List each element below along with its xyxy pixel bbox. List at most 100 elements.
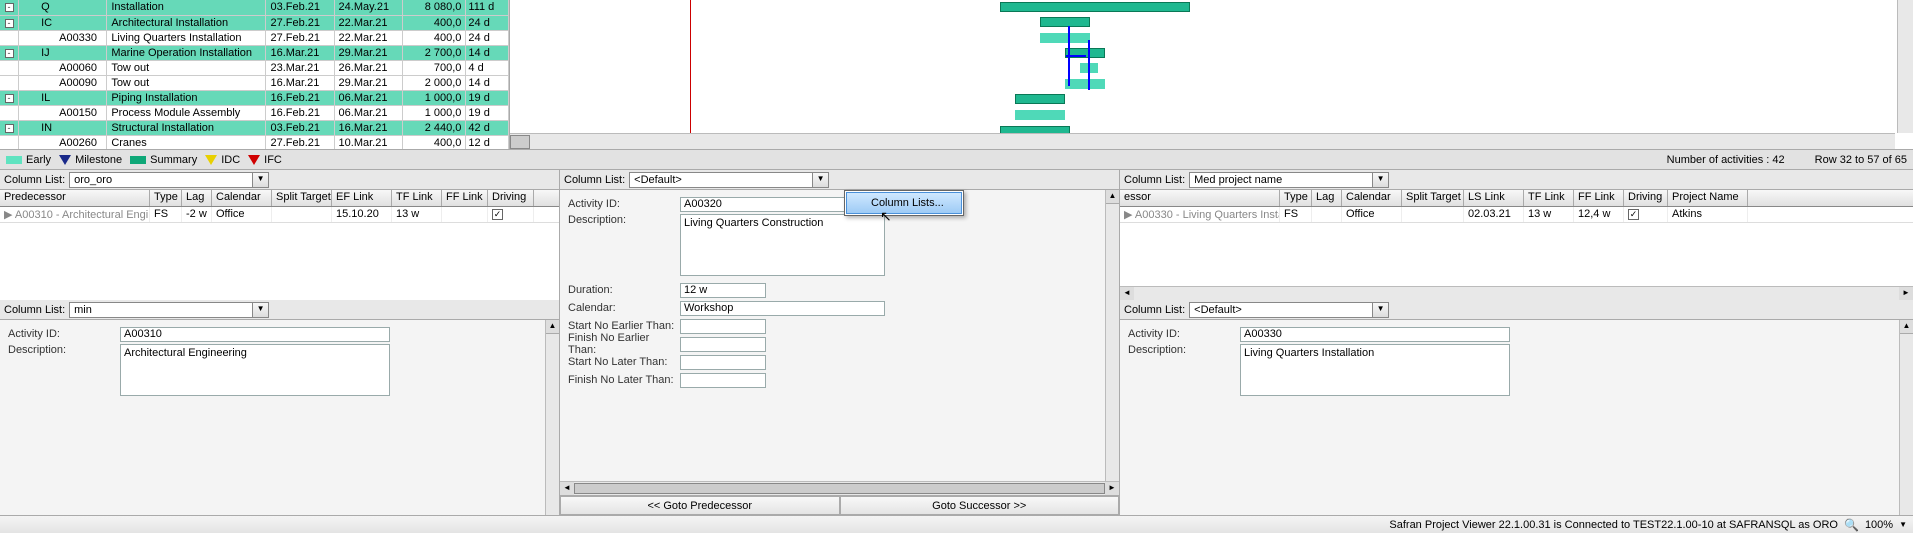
gantt-hscroll[interactable]	[510, 133, 1895, 149]
snet-label: Start No Earlier Than:	[568, 320, 680, 332]
description-field[interactable]	[680, 214, 885, 276]
driving-checkbox[interactable]	[492, 209, 503, 220]
activity-row[interactable]: - Q Installation 03.Feb.21 24.May.21 8 0…	[0, 0, 509, 15]
description-field[interactable]	[1240, 344, 1510, 396]
expand-icon[interactable]: -	[5, 124, 14, 133]
zoom-dropdown-icon[interactable]: ▼	[1899, 520, 1907, 529]
panel-vscroll[interactable]: ▲	[545, 320, 559, 515]
column-list-combo-2[interactable]: min ▼	[69, 302, 269, 318]
scroll-right-icon[interactable]: ►	[1105, 482, 1119, 495]
column-list-value: <Default>	[630, 174, 686, 186]
description-label: Description:	[8, 344, 120, 356]
gantt-chart[interactable]	[510, 0, 1913, 149]
activity-id-field[interactable]	[120, 327, 390, 342]
snlt-label: Start No Later Than:	[568, 356, 680, 368]
gantt-vscroll[interactable]	[1897, 0, 1913, 133]
goto-successor-button[interactable]: Goto Successor >>	[840, 496, 1120, 515]
calendar-field[interactable]	[680, 301, 885, 316]
chevron-down-icon[interactable]: ▼	[252, 303, 268, 317]
scroll-up-icon[interactable]: ▲	[1106, 190, 1119, 204]
gantt-task-bar[interactable]	[1015, 110, 1065, 120]
status-text: Safran Project Viewer 22.1.00.31 is Conn…	[1389, 519, 1838, 531]
duration-field[interactable]	[680, 283, 766, 298]
column-list-label: Column List:	[4, 174, 65, 186]
status-line	[690, 0, 691, 149]
column-list-combo-right2[interactable]: <Default> ▼	[1189, 302, 1389, 318]
panel-hscroll[interactable]: ◄ ►	[560, 481, 1119, 495]
chevron-down-icon[interactable]: ▼	[1372, 173, 1388, 187]
panel-vscroll[interactable]: ▲	[1105, 190, 1119, 481]
column-lists-menu-item[interactable]: Column Lists...	[846, 192, 962, 214]
column-list-label: Column List:	[1124, 174, 1185, 186]
activity-table[interactable]: - Q Installation 03.Feb.21 24.May.21 8 0…	[0, 0, 510, 149]
row-range: Row 32 to 57 of 65	[1815, 154, 1907, 166]
activity-row[interactable]: A00060 Tow out 23.Mar.21 26.Mar.21 700,0…	[0, 60, 509, 75]
expand-icon[interactable]: -	[5, 19, 14, 28]
activity-row[interactable]: A00330 Living Quarters Installation 27.F…	[0, 30, 509, 45]
scroll-left-icon[interactable]: ◄	[1120, 287, 1134, 300]
legend-early: Early	[26, 154, 51, 166]
fnlt-label: Finish No Later Than:	[568, 374, 680, 386]
scroll-right-icon[interactable]: ►	[1899, 287, 1913, 300]
activity-id-label: Activity ID:	[568, 198, 680, 210]
chevron-down-icon[interactable]: ▼	[812, 173, 828, 187]
activity-row[interactable]: - IC Architectural Installation 27.Feb.2…	[0, 15, 509, 30]
activity-id-label: Activity ID:	[8, 328, 120, 340]
predecessor-row[interactable]: ▶ A00310 - Architectural EngineeringFS-2…	[0, 207, 559, 223]
fnlt-field[interactable]	[680, 373, 766, 388]
column-list-value: oro_oro	[70, 174, 116, 186]
successor-grid-header: essorTypeLagCalendarSplit TargetLS LinkT…	[1120, 190, 1913, 207]
activity-row[interactable]: A00090 Tow out 16.Mar.21 29.Mar.21 2 000…	[0, 75, 509, 90]
activity-id-label: Activity ID:	[1128, 328, 1240, 340]
scroll-up-icon[interactable]: ▲	[1900, 320, 1913, 334]
activity-row[interactable]: - IN Structural Installation 03.Feb.21 1…	[0, 120, 509, 135]
scroll-up-icon[interactable]: ▲	[546, 320, 559, 334]
snet-field[interactable]	[680, 319, 766, 334]
gantt-summary-bar[interactable]	[1000, 2, 1190, 12]
activity-row[interactable]: - IJ Marine Operation Installation 16.Ma…	[0, 45, 509, 60]
column-list-value: min	[70, 304, 96, 316]
goto-predecessor-button[interactable]: << Goto Predecessor	[560, 496, 840, 515]
chevron-down-icon[interactable]: ▼	[1372, 303, 1388, 317]
zoom-icon[interactable]: 🔍	[1844, 518, 1859, 532]
successor-row[interactable]: ▶ A00330 - Living Quarters InstallationF…	[1120, 207, 1913, 223]
context-menu[interactable]: Column Lists...	[844, 190, 964, 216]
column-list-combo-right[interactable]: Med project name ▼	[1189, 172, 1389, 188]
gantt-summary-bar[interactable]	[1015, 94, 1065, 104]
gantt-task-bar[interactable]	[1040, 33, 1090, 43]
gantt-summary-bar[interactable]	[1040, 17, 1090, 27]
panel-vscroll[interactable]: ▲	[1899, 320, 1913, 515]
gantt-link	[1066, 55, 1086, 57]
activity-count: Number of activities : 42	[1667, 154, 1785, 166]
column-list-combo[interactable]: oro_oro ▼	[69, 172, 269, 188]
activity-row[interactable]: - IL Piping Installation 16.Feb.21 06.Ma…	[0, 90, 509, 105]
legend-ifc: IFC	[264, 154, 282, 166]
column-list-value: Med project name	[1190, 174, 1286, 186]
status-bar: Safran Project Viewer 22.1.00.31 is Conn…	[0, 515, 1913, 533]
column-list-combo-mid[interactable]: <Default> ▼	[629, 172, 829, 188]
scroll-left-icon[interactable]: ◄	[560, 482, 574, 495]
column-list-label: Column List:	[1124, 304, 1185, 316]
description-field[interactable]	[120, 344, 390, 396]
legend-summary: Summary	[150, 154, 197, 166]
panel-hscroll[interactable]: ◄ ►	[1120, 286, 1913, 300]
column-list-label: Column List:	[4, 304, 65, 316]
activity-id-field[interactable]	[1240, 327, 1510, 342]
chevron-down-icon[interactable]: ▼	[252, 173, 268, 187]
fnet-label: Finish No Earlier Than:	[568, 332, 680, 356]
duration-label: Duration:	[568, 284, 680, 296]
activity-row[interactable]: A00260 Cranes 27.Feb.21 10.Mar.21 400,0 …	[0, 135, 509, 149]
gantt-task-bar[interactable]	[1065, 79, 1105, 89]
legend-idc: IDC	[221, 154, 240, 166]
predecessor-grid-header: PredecessorTypeLagCalendarSplit TargetEF…	[0, 190, 559, 207]
calendar-label: Calendar:	[568, 302, 680, 314]
expand-icon[interactable]: -	[5, 49, 14, 58]
expand-icon[interactable]: -	[5, 94, 14, 103]
activity-row[interactable]: A00150 Process Module Assembly 16.Feb.21…	[0, 105, 509, 120]
menu-item-label: Column Lists...	[871, 197, 944, 209]
driving-checkbox[interactable]	[1628, 209, 1639, 220]
fnet-field[interactable]	[680, 337, 766, 352]
snlt-field[interactable]	[680, 355, 766, 370]
expand-icon[interactable]: -	[5, 3, 14, 12]
description-label: Description:	[568, 214, 680, 226]
